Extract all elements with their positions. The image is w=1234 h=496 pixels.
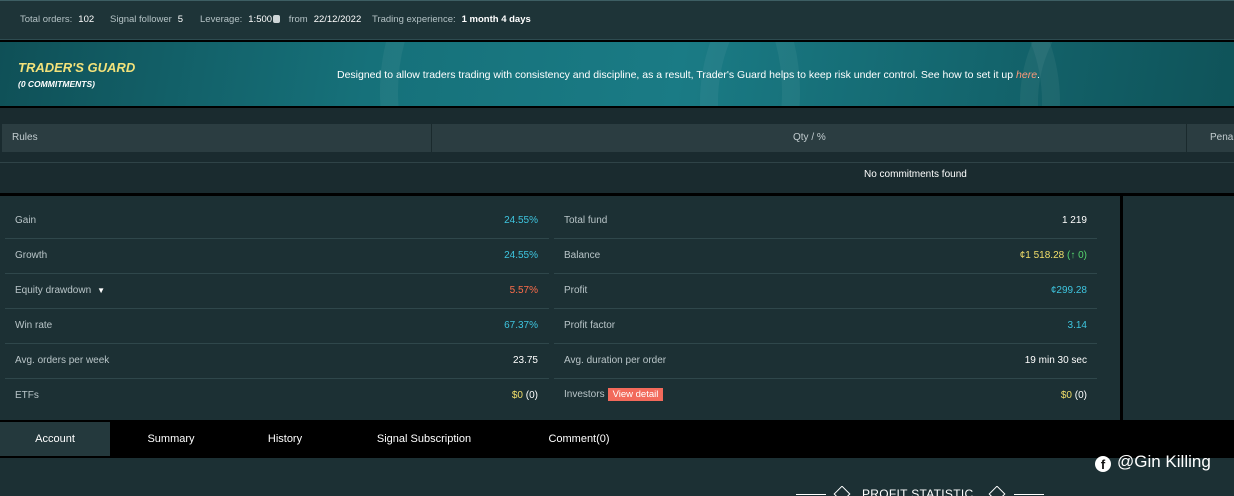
tab-comment[interactable]: Comment(0): [524, 422, 634, 456]
total-orders-stat: Total orders: 102: [20, 14, 94, 25]
profit-value: ¢299.28: [1050, 285, 1087, 296]
triangle-down-icon[interactable]: ▼: [97, 286, 105, 295]
row-divider: [5, 343, 549, 344]
leverage-value: 1:500: [248, 14, 273, 25]
growth-value: 24.55%: [504, 250, 538, 261]
rules-table-header: [2, 124, 1234, 152]
tab-history[interactable]: History: [230, 422, 340, 456]
gain-label: Gain: [15, 215, 37, 226]
traders-guard-title: TRADER'S GUARD: [18, 60, 136, 75]
signal-follower-value: 5: [177, 14, 184, 25]
account-stats-bar: [0, 0, 1234, 40]
profit-statistic-title: PROFIT STATISTIC: [862, 487, 974, 496]
leverage-stat: Leverage: 1:500 from 22/12/2022: [200, 14, 361, 25]
row-divider: [554, 343, 1097, 344]
tab-account[interactable]: Account: [0, 422, 110, 456]
column-divider: [431, 124, 432, 152]
leverage-label: Leverage:: [200, 14, 243, 25]
watermark: f @Gin Killing: [1095, 452, 1211, 472]
row-divider: [554, 378, 1097, 379]
equity-drawdown-label[interactable]: Equity drawdown ▼: [15, 285, 105, 296]
traders-guard-description: Designed to allow traders trading with c…: [337, 69, 1040, 81]
equity-drawdown-text: Equity drawdown: [15, 285, 92, 296]
from-label: from: [288, 14, 308, 25]
win-rate-label: Win rate: [15, 320, 53, 331]
description-period: .: [1037, 69, 1040, 81]
avg-duration-value: 19 min 30 sec: [1024, 355, 1087, 366]
profit-factor-value: 3.14: [1067, 320, 1087, 331]
tab-summary[interactable]: Summary: [116, 422, 226, 456]
investors-text: Investors: [564, 389, 605, 400]
facebook-icon: f: [1095, 456, 1111, 472]
watermark-text: @Gin Killing: [1117, 452, 1211, 471]
diamond-icon: [833, 486, 851, 496]
avg-duration-label: Avg. duration per order: [564, 355, 667, 366]
row-divider: [554, 308, 1097, 309]
side-panel: [1123, 196, 1234, 420]
from-date-value: 22/12/2022: [313, 14, 362, 25]
commitments-count: (0 COMMITMENTS): [18, 79, 95, 89]
description-text: Designed to allow traders trading with c…: [337, 69, 1017, 81]
total-orders-label: Total orders:: [20, 14, 73, 25]
row-divider: [5, 238, 549, 239]
win-rate-value: 67.37%: [504, 320, 538, 331]
rules-column-header: Rules: [12, 132, 38, 143]
equity-drawdown-value: 5.57%: [509, 285, 538, 296]
row-divider: [554, 273, 1097, 274]
row-divider: [5, 308, 549, 309]
profit-factor-label: Profit factor: [564, 320, 616, 331]
etfs-value: $0 (0): [400, 390, 538, 401]
qty-column-header: Qty / %: [793, 132, 826, 143]
balance-value: ¢1 518.28 (↑ 0): [900, 250, 1087, 261]
banner-decoration: [1020, 42, 1234, 106]
row-divider: [5, 273, 549, 274]
view-detail-button[interactable]: View detail: [607, 388, 664, 401]
row-divider: [5, 378, 549, 379]
etfs-label: ETFs: [15, 390, 39, 401]
experience-value: 1 month 4 days: [461, 14, 531, 25]
heading-line: [796, 494, 826, 495]
gain-value: 24.55%: [504, 215, 538, 226]
no-commitments-message: No commitments found: [864, 169, 967, 180]
investors-amount: $0: [1060, 390, 1072, 401]
setup-here-link[interactable]: here: [1016, 69, 1037, 81]
growth-label: Growth: [15, 250, 48, 261]
top-border: [0, 0, 1234, 4]
tab-signal-subscription[interactable]: Signal Subscription: [352, 422, 496, 456]
heading-line: [1014, 494, 1044, 495]
balance-amount: ¢1 518.28: [1019, 250, 1065, 261]
investors-label: Investors View detail: [564, 388, 664, 401]
investors-count: (0): [1072, 390, 1087, 401]
total-orders-value: 102: [78, 14, 95, 25]
investors-value: $0 (0): [900, 390, 1087, 401]
diamond-icon: [988, 486, 1006, 496]
total-fund-value: 1 219: [1061, 215, 1087, 226]
rules-divider: [0, 162, 1234, 163]
row-divider: [554, 238, 1097, 239]
penalty-column-header: Pena: [1210, 132, 1234, 143]
profit-label: Profit: [564, 285, 588, 296]
balance-label: Balance: [564, 250, 601, 261]
profit-statistic-heading: PROFIT STATISTIC: [796, 486, 1046, 496]
experience-label: Trading experience:: [372, 14, 456, 25]
signal-follower-stat: Signal follower 5: [110, 14, 183, 25]
account-content-area: [0, 458, 1234, 496]
coins-icon: [273, 15, 281, 23]
etfs-count: (0): [523, 390, 538, 401]
column-divider: [1186, 124, 1187, 152]
trading-experience-stat: Trading experience: 1 month 4 days: [372, 14, 531, 25]
total-fund-label: Total fund: [564, 215, 608, 226]
signal-follower-label: Signal follower: [110, 14, 172, 25]
etfs-amount: $0: [511, 390, 523, 401]
avg-orders-label: Avg. orders per week: [15, 355, 110, 366]
balance-change: (↑ 0): [1067, 250, 1087, 261]
avg-orders-value: 23.75: [512, 355, 538, 366]
